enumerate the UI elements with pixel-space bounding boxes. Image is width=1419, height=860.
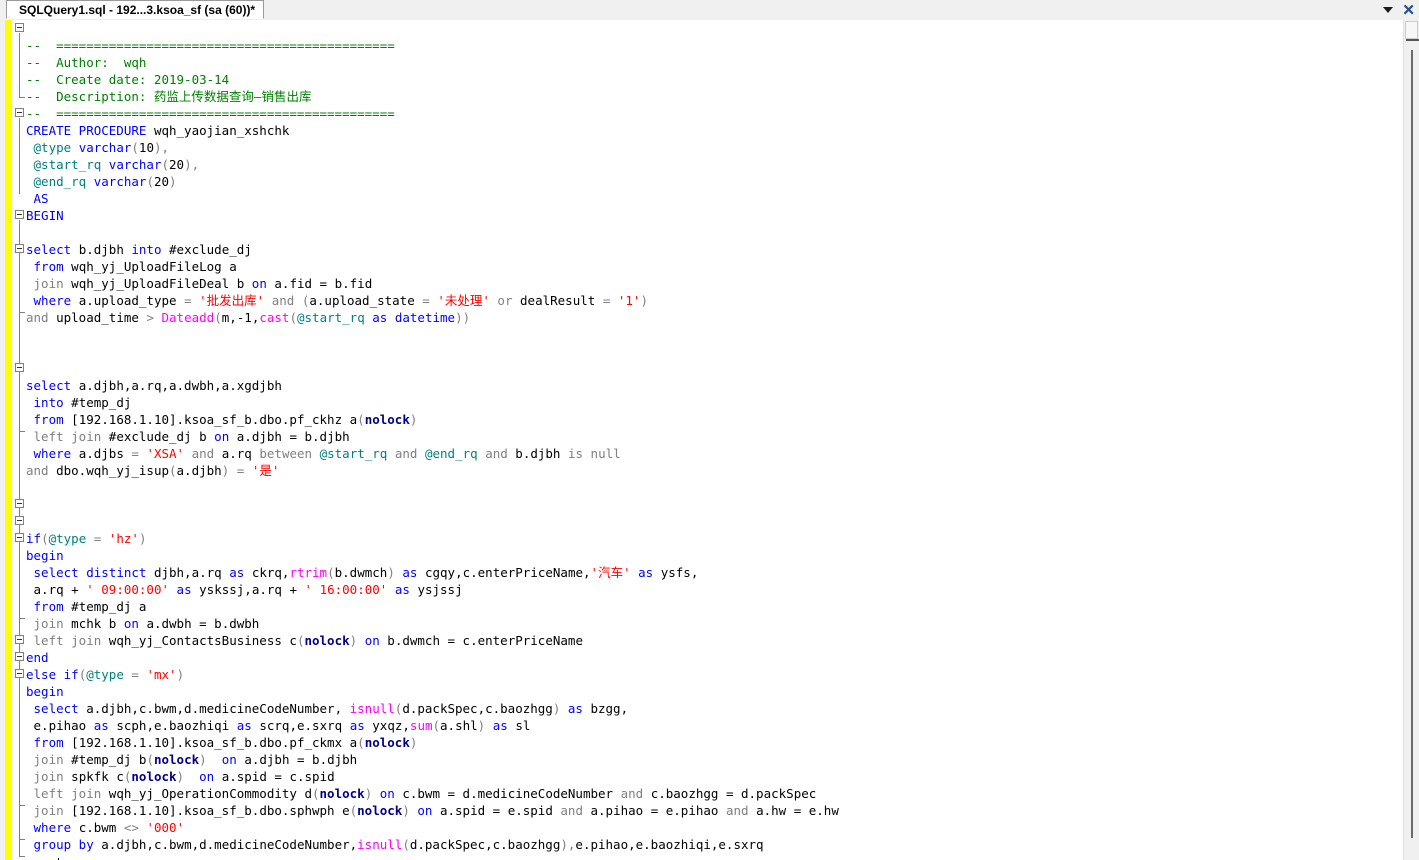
code-line: @start_rq varchar(20),	[33, 157, 200, 172]
tab-strip-controls: ✕	[1383, 0, 1417, 20]
code-line: left join wqh_yj_OperationCommodity d(no…	[33, 786, 817, 801]
code-line: join spkfk c(nolock) on a.spid = c.spid	[33, 769, 335, 784]
code-line: -- Author: wqh	[26, 55, 147, 70]
fold-toggle-begin-hz[interactable]	[15, 516, 24, 525]
scrollbar-annotation-track	[1411, 50, 1413, 838]
code-line: BEGIN	[26, 208, 64, 223]
fold-toggle-select-temp[interactable]	[15, 363, 24, 372]
fold-bracket-end	[19, 805, 25, 806]
fold-toggle-else-if-mx[interactable]	[15, 635, 24, 644]
fold-bracket-end	[19, 97, 25, 98]
code-line: @type varchar(10),	[33, 140, 170, 155]
code-line: end	[26, 650, 49, 665]
code-line: where a.upload_type = '批发出库' and (a.uplo…	[33, 293, 648, 308]
code-line: a.rq + ' 09:00:00' as yskssj,a.rq + ' 16…	[33, 582, 463, 597]
fold-bracket-end	[19, 839, 25, 840]
code-line: select a.djbh,a.rq,a.dwbh,a.xgdjbh	[26, 378, 282, 393]
fold-toggle-header-comment[interactable]	[15, 23, 24, 32]
code-line: else if(@type = 'mx')	[26, 667, 185, 682]
code-line: join mchk b on a.dwbh = b.dwbh	[33, 616, 260, 631]
vertical-scrollbar[interactable]	[1403, 20, 1419, 860]
fold-bracket-end	[19, 856, 25, 857]
fold-bracket-line	[19, 33, 20, 97]
code-line: -- Create date: 2019-03-14	[26, 72, 230, 87]
document-tab-strip: SQLQuery1.sql - 192...3.ksoa_sf (sa (60)…	[0, 0, 1419, 21]
code-line: select b.djbh into #exclude_dj	[26, 242, 252, 257]
code-line: from [192.168.1.10].ksoa_sf_b.dbo.pf_ckh…	[33, 412, 418, 427]
unsaved-changes-bar	[5, 20, 12, 860]
code-line: -- =====================================…	[26, 106, 395, 121]
code-line: -- =====================================…	[26, 38, 395, 53]
code-line: begin	[26, 684, 64, 699]
fold-toggle-begin-block[interactable]	[15, 210, 24, 219]
fold-toggle-create-procedure[interactable]	[15, 108, 24, 117]
fold-toggle-if-hz[interactable]	[15, 499, 24, 508]
code-line: and dbo.wqh_yj_isup(a.djbh) = '是'	[26, 463, 280, 478]
code-line: AS	[33, 191, 49, 206]
code-line: begin	[26, 548, 64, 563]
sql-editor-window: SQLQuery1.sql - 192...3.ksoa_sf (sa (60)…	[0, 0, 1419, 860]
code-line: CREATE PROCEDURE wqh_yaojian_xshchk	[26, 123, 290, 138]
code-line: join wqh_yj_UploadFileDeal b on a.fid = …	[33, 276, 373, 291]
fold-toggle-select-exclude[interactable]	[15, 244, 24, 253]
chevron-down-icon[interactable]	[1383, 7, 1394, 13]
fold-toggle-begin-mx[interactable]	[15, 652, 24, 661]
code-line: e.pihao as scph,e.baozhiqi as scrq,e.sxr…	[33, 718, 531, 733]
fold-toggle-select-mx[interactable]	[15, 669, 24, 678]
scrollbar-thumb[interactable]	[1405, 21, 1419, 41]
tab-sqlquery1[interactable]: SQLQuery1.sql - 192...3.ksoa_sf (sa (60)…	[6, 0, 265, 19]
code-line: where c.bwm <> '000'	[33, 820, 185, 835]
fold-bracket-end	[19, 618, 25, 619]
fold-bracket-end	[19, 312, 25, 313]
fold-bracket-line	[19, 373, 20, 431]
code-editor-surface[interactable]: -- =====================================…	[0, 20, 1404, 860]
code-line: from [192.168.1.10].ksoa_sf_b.dbo.pf_ckm…	[33, 735, 418, 750]
code-line: left join wqh_yj_ContactsBusiness c(nolo…	[33, 633, 583, 648]
code-line: @end_rq varchar(20)	[33, 174, 177, 189]
tab-label: SQLQuery1.sql - 192...3.ksoa_sf (sa (60)…	[19, 2, 256, 17]
close-icon[interactable]: ✕	[1402, 3, 1417, 18]
code-line: select distinct djbh,a.rq as ckrq,rtrim(…	[33, 565, 699, 580]
code-line: if(@type = 'hz')	[26, 531, 147, 546]
code-line: group by a.djbh,c.bwm,d.medicineCodeNumb…	[33, 837, 764, 852]
code-line: from wqh_yj_UploadFileLog a	[33, 259, 237, 274]
code-line: -- Description: 药监上传数据查询—销售出库	[26, 89, 312, 104]
code-line: from #temp_dj a	[33, 599, 147, 614]
fold-toggle-select-hz[interactable]	[15, 533, 24, 542]
code-line: left join #exclude_dj b on a.djbh = b.dj…	[33, 429, 350, 444]
fold-bracket-line	[19, 679, 20, 805]
code-line: join [192.168.1.10].ksoa_sf_b.dbo.sphwph…	[33, 803, 839, 818]
code-line: into #temp_dj	[33, 395, 132, 410]
code-text[interactable]: -- =====================================…	[26, 20, 839, 860]
code-line: where a.djbs = 'XSA' and a.rq between @s…	[33, 446, 621, 461]
code-line: and upload_time > Dateadd(m,-1,cast(@sta…	[26, 310, 471, 325]
code-line: select a.djbh,c.bwm,d.medicineCodeNumber…	[33, 701, 629, 716]
fold-bracket-line	[19, 118, 20, 194]
fold-bracket-end	[19, 431, 25, 432]
code-line: join #temp_dj b(nolock) on a.djbh = b.dj…	[33, 752, 358, 767]
fold-bracket-line	[19, 254, 20, 312]
